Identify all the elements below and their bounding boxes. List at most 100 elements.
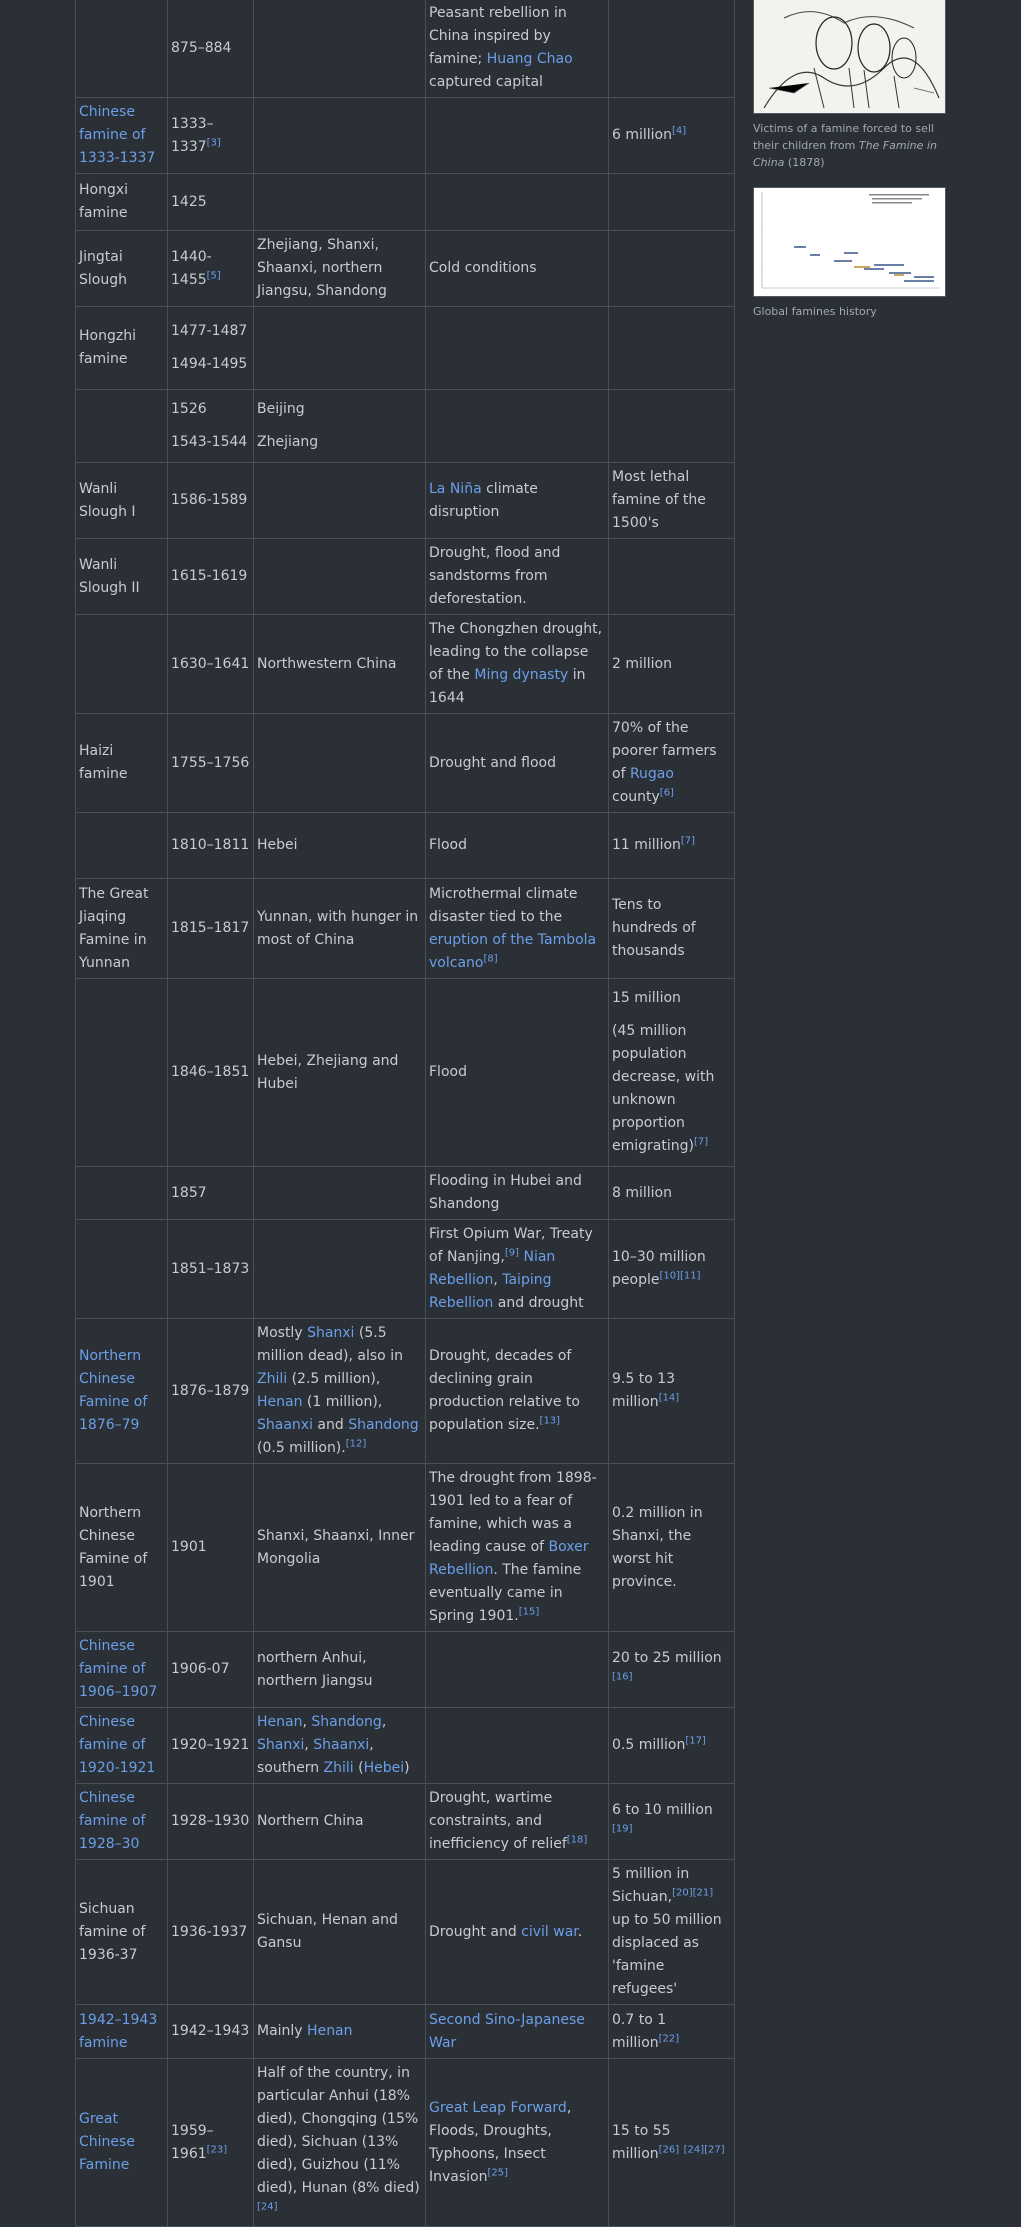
deaths-cell: 6 to 10 million [19] xyxy=(608,1783,735,1860)
cell-text: Sichuan, Henan and Gansu xyxy=(257,1912,398,1951)
wiki-link[interactable]: Chinese famine of 1920-1921 xyxy=(79,1714,155,1776)
famine-name-cell: Chinese famine of 1920-1921 xyxy=(75,1707,168,1784)
wiki-link[interactable]: Henan xyxy=(307,2023,352,2039)
cause-cell: Drought, decades of declining grain prod… xyxy=(425,1318,609,1464)
wiki-link[interactable]: Chinese famine of 1928–30 xyxy=(79,1790,145,1852)
citation-link[interactable]: [20][21] xyxy=(672,1887,713,1898)
citation-link[interactable]: [7] xyxy=(694,1136,708,1147)
cell-text: and drought xyxy=(493,1295,584,1311)
region-cell: Hebei xyxy=(253,812,426,879)
years-cell: 1477-1487 1494-1495 xyxy=(167,306,254,390)
famine-illustration-image[interactable] xyxy=(753,0,946,114)
wiki-link[interactable]: Chinese famine of 1906–1907 xyxy=(79,1638,157,1700)
wiki-link[interactable]: Zhili xyxy=(324,1760,354,1776)
wiki-link[interactable]: Henan xyxy=(257,1394,302,1410)
cell-text: 5 million in Sichuan, xyxy=(612,1866,690,1905)
years-cell: 1755–1756 xyxy=(167,713,254,813)
wiki-link[interactable]: Great Chinese Famine xyxy=(79,2111,135,2173)
citation-link[interactable]: [14] xyxy=(659,1392,680,1403)
cell-text: 2 million xyxy=(612,655,672,672)
citation-link[interactable]: [4] xyxy=(672,125,686,136)
wiki-link[interactable]: Zhili xyxy=(257,1371,287,1387)
year-text: 1815–1817 xyxy=(171,920,250,936)
year-range: 1586-1589 xyxy=(171,484,250,517)
global-famines-chart-image[interactable] xyxy=(753,187,946,297)
citation-link[interactable]: [17] xyxy=(685,1735,706,1746)
cell-text: Hebei xyxy=(257,837,298,853)
year-text: 1936-1937 xyxy=(171,1923,248,1940)
famine-name-cell xyxy=(75,1219,168,1319)
famine-name-cell: Haizi famine xyxy=(75,713,168,813)
citation-link[interactable]: [15] xyxy=(519,1606,540,1617)
table-row: The Great Jiaqing Famine in Yunnan 1815–1… xyxy=(75,878,735,979)
cell-text: , xyxy=(493,1272,503,1288)
years-cell: 1526 1543-1544 xyxy=(167,389,254,463)
citation-link[interactable]: [9] xyxy=(505,1247,519,1258)
citation-link[interactable]: [24] xyxy=(257,2201,278,2212)
deaths-cell xyxy=(608,306,735,390)
wiki-link[interactable]: Shanxi xyxy=(307,1325,354,1341)
table-row: Chinese famine of 1906–1907 1906-07 northe… xyxy=(75,1631,735,1708)
cell-text: 0.5 million xyxy=(612,1737,686,1753)
wiki-link[interactable]: La Niña xyxy=(429,481,482,497)
cell-text: 11 million xyxy=(612,837,681,853)
wiki-link[interactable]: Second Sino-Japanese War xyxy=(429,2012,585,2051)
region-cell: Zhejiang, Shanxi, Shaanxi, northern Jian… xyxy=(253,230,426,307)
table-row: Great Chinese Famine 1959–1961[23] Half of… xyxy=(75,2058,735,2227)
wiki-link[interactable]: Northern Chinese Famine of 1876–79 xyxy=(79,1348,147,1433)
cell-text: Zhejiang, Shanxi, Shaanxi, northern Jian… xyxy=(257,237,387,299)
year-range: 875–884 xyxy=(171,32,250,65)
citation-link[interactable]: [16] xyxy=(612,1671,633,1682)
citation-link[interactable]: [25] xyxy=(488,2167,509,2178)
citation-link[interactable]: [22] xyxy=(659,2033,680,2044)
citation-link[interactable]: [13] xyxy=(540,1415,561,1426)
citation-link[interactable]: [23] xyxy=(207,2144,228,2155)
table-row: Hongzhi famine 1477-1487 1494-1495 xyxy=(75,306,735,390)
wiki-link[interactable]: Hebei xyxy=(364,1760,405,1776)
year-text: 1857 xyxy=(171,1184,207,1201)
citation-link[interactable]: [6] xyxy=(660,787,674,798)
region-cell xyxy=(253,97,426,174)
wiki-link[interactable]: Rugao xyxy=(630,766,674,782)
wiki-link[interactable]: Ming dynasty xyxy=(474,667,568,683)
years-cell: 1630–1641 xyxy=(167,614,254,714)
region-cell xyxy=(253,462,426,539)
wiki-link[interactable]: Shaanxi xyxy=(257,1417,313,1433)
wiki-link[interactable]: Shanxi xyxy=(257,1737,304,1753)
citation-link[interactable]: [7] xyxy=(681,835,695,846)
wiki-link[interactable]: Henan xyxy=(257,1714,302,1730)
cell-text: Hongxi famine xyxy=(79,182,129,221)
citation-link[interactable]: [3] xyxy=(207,137,221,148)
wiki-link[interactable]: eruption of the Tambola volcano xyxy=(429,932,596,971)
citation-link[interactable]: [24][27] xyxy=(684,2144,725,2155)
years-cell: 1586-1589 xyxy=(167,462,254,539)
wiki-link[interactable]: Huang Chao xyxy=(487,51,573,67)
citation-link[interactable]: [5] xyxy=(207,270,221,281)
citation-link[interactable]: [19] xyxy=(612,1823,633,1834)
year-range: 1440-1455[5] xyxy=(171,241,250,297)
years-cell: 1920–1921 xyxy=(167,1707,254,1784)
region-cell: Yunnan, with hunger in most of China xyxy=(253,878,426,979)
wiki-link[interactable]: Chinese famine of 1333-1337 xyxy=(79,104,155,166)
citation-link[interactable]: [18] xyxy=(567,1834,588,1845)
cause-cell: Flood xyxy=(425,812,609,879)
deaths-cell: 0.2 million in Shanxi, the worst hit pro… xyxy=(608,1463,735,1632)
cause-cell xyxy=(425,389,609,463)
deaths-cell xyxy=(608,0,735,98)
citation-link[interactable]: [8] xyxy=(483,953,497,964)
citation-link[interactable]: [10][11] xyxy=(659,1270,700,1281)
wiki-link[interactable]: 1942–1943 famine xyxy=(79,2012,157,2051)
wiki-link[interactable]: civil war xyxy=(521,1924,578,1940)
citation-link[interactable]: [12] xyxy=(346,1438,367,1449)
cell-text: Shanxi, Shaanxi, Inner Mongolia xyxy=(257,1527,415,1567)
cell-text: Northern China xyxy=(257,1813,364,1829)
wiki-link[interactable]: Shaanxi xyxy=(313,1737,369,1753)
cell-text: Cold conditions xyxy=(429,260,537,276)
citation-link[interactable]: [26] xyxy=(659,2144,680,2155)
cause-cell: Cold conditions xyxy=(425,230,609,307)
wiki-link[interactable]: Shandong xyxy=(348,1417,418,1433)
wiki-link[interactable]: Great Leap Forward xyxy=(429,2100,567,2116)
region-cell: Beijing Zhejiang xyxy=(253,389,426,463)
year-text: 1333–1337 xyxy=(171,115,214,155)
wiki-link[interactable]: Shandong xyxy=(311,1714,381,1730)
